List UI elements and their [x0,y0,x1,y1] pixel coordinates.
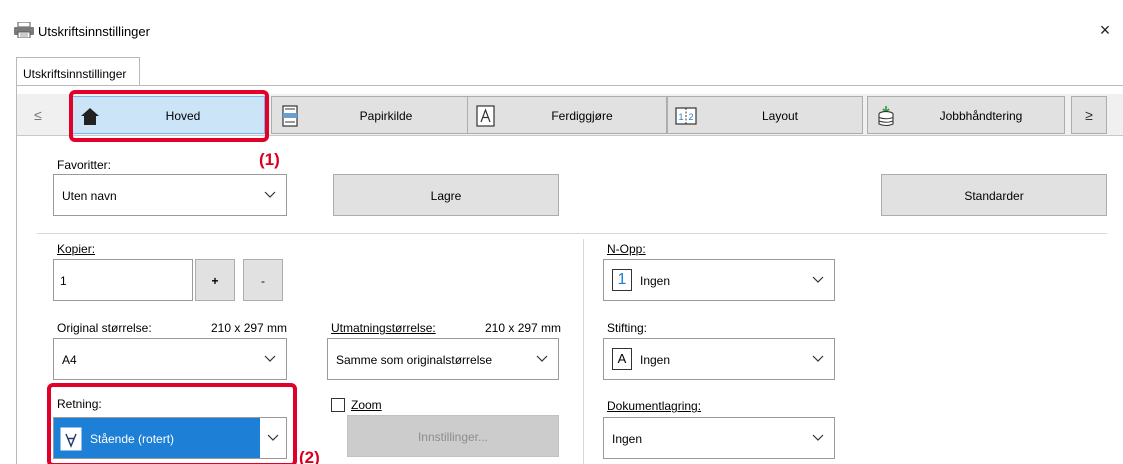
favorites-value: Uten navn [62,189,117,203]
stapling-icon: A [612,348,632,370]
nav-item-label: Papirkilde [359,109,413,123]
tab-print-settings[interactable]: Utskriftsinnstillinger [16,57,140,86]
svg-text:2: 2 [689,112,694,122]
original-size-dimensions: 210 x 297 mm [211,321,288,335]
window-title: Utskriftsinnstillinger [38,24,150,39]
chevron-down-icon [812,434,824,441]
chevron-down-icon [264,355,276,362]
callout-1: (1) [259,150,280,169]
defaults-button[interactable]: Standarder [881,174,1107,216]
chevron-down-icon [812,355,824,362]
output-size-dimensions: 210 x 297 mm [485,321,562,335]
save-button[interactable]: Lagre [333,174,559,216]
zoom-checkbox[interactable] [331,398,345,412]
document-storage-label: Dokumentlagring: [607,399,702,413]
copies-label: Kopier: [57,242,96,256]
original-size-value: A4 [62,353,77,367]
highlight-box-1 [69,90,269,142]
stapling-value: Ingen [640,353,671,367]
section-divider [37,233,1107,234]
chevron-down-icon [264,191,276,198]
nav-item-jobbhandtering[interactable]: Jobbhåndtering [867,96,1065,134]
original-size-select[interactable]: A4 [53,338,287,380]
copies-increment-button[interactable]: + [195,259,235,301]
nav-next-button[interactable]: ≥ [1071,96,1107,134]
n-up-icon: 1 [612,269,632,291]
stapling-label: Stifting: [607,321,648,335]
output-size-value: Samme som originalstørrelse [336,353,493,367]
nav-prev-button[interactable]: ≤ [23,96,53,134]
copies-input[interactable]: 1 [53,259,193,301]
finishing-icon [476,105,495,127]
zoom-label: Zoom [351,398,382,412]
title-bar: Utskriftsinnstillinger × [0,0,1123,39]
output-size-label: Utmatningstørrelse: [331,321,436,335]
job-handling-icon [878,106,894,127]
layout-icon: 1 2 [675,107,697,125]
close-icon[interactable]: × [1095,21,1115,41]
original-size-label: Original størrelse: [57,321,152,335]
copies-decrement-button[interactable]: - [243,259,283,301]
nav-item-papirkilde[interactable]: Papirkilde [271,96,471,134]
callout-2: (2) [299,448,320,464]
paper-tray-icon [282,105,298,127]
settings-panel: ≤ Hoved Papirkilde Ferdiggjøre 1 2 Layou… [16,85,1123,464]
nav-item-label: Layout [761,109,799,123]
chevron-down-icon [812,276,824,283]
output-size-select[interactable]: Samme som originalstørrelse [327,338,559,380]
zoom-settings-button[interactable]: Innstillinger... [347,415,559,457]
n-up-label: N-Opp: [607,242,646,256]
tab-strip: Utskriftsinnstillinger [0,56,1123,86]
nav-item-layout[interactable]: 1 2 Layout [667,96,863,134]
printer-icon [14,22,34,38]
n-up-select[interactable]: 1 Ingen [603,259,835,301]
highlight-box-2 [47,383,297,464]
document-storage-select[interactable]: Ingen [603,417,835,459]
column-divider [583,239,584,464]
nav-item-label: Jobbhåndtering [939,109,1023,123]
chevron-down-icon [536,355,548,362]
favorites-label: Favoritter: [57,158,112,172]
nav-item-label: Ferdiggjøre [551,109,613,123]
document-storage-value: Ingen [612,432,643,446]
favorites-select[interactable]: Uten navn [53,174,287,216]
stapling-select[interactable]: A Ingen [603,338,835,380]
n-up-value: Ingen [640,274,671,288]
svg-text:1: 1 [679,112,684,122]
nav-item-ferdiggjore[interactable]: Ferdiggjøre [467,96,667,134]
